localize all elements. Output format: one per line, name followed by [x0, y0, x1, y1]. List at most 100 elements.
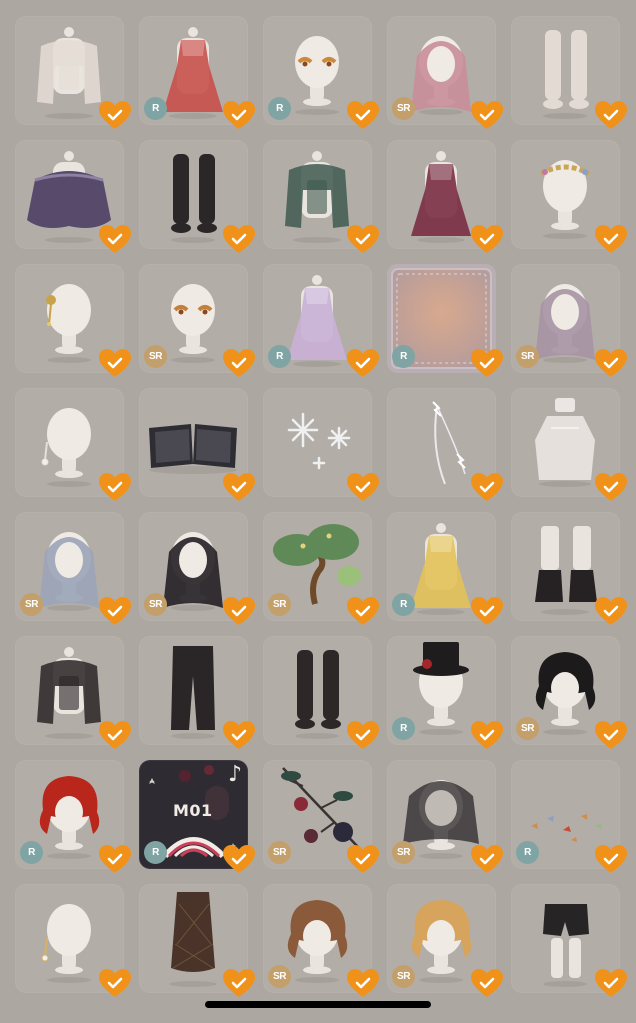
rarity-badge: SR: [144, 593, 167, 616]
favorite-heart-icon[interactable]: [98, 720, 132, 751]
wardrobe-item-black-top-hat[interactable]: R: [387, 636, 503, 749]
rarity-badge: SR: [516, 345, 539, 368]
rarity-badge: SR: [392, 841, 415, 864]
wardrobe-item-plaid-brown-skirt[interactable]: [139, 884, 255, 997]
favorite-heart-icon[interactable]: [594, 224, 628, 255]
favorite-heart-icon[interactable]: [594, 596, 628, 627]
wardrobe-item-black-boots[interactable]: [511, 512, 627, 625]
wardrobe-item-black-shorts[interactable]: [511, 884, 627, 997]
favorite-heart-icon[interactable]: [222, 472, 256, 503]
favorite-heart-icon[interactable]: [346, 224, 380, 255]
favorite-heart-icon[interactable]: [222, 348, 256, 379]
wardrobe-item-red-floral-dress[interactable]: R: [139, 16, 255, 129]
rarity-badge: R: [20, 841, 43, 864]
wardrobe-item-flower-crown[interactable]: [511, 140, 627, 253]
wardrobe-item-red-curly-hair[interactable]: R: [15, 760, 131, 873]
favorite-heart-icon[interactable]: [470, 100, 504, 131]
wardrobe-item-bonsai-tree[interactable]: SR: [263, 512, 379, 625]
favorite-heart-icon[interactable]: [594, 720, 628, 751]
favorite-heart-icon[interactable]: [98, 224, 132, 255]
favorite-heart-icon[interactable]: [594, 100, 628, 131]
wardrobe-item-black-wavy-hair[interactable]: SR: [139, 512, 255, 625]
favorite-heart-icon[interactable]: [346, 968, 380, 999]
favorite-heart-icon[interactable]: [470, 720, 504, 751]
wardrobe-item-blackberry-branch[interactable]: SR: [263, 760, 379, 873]
wardrobe-item-lilac-long-hair[interactable]: SR: [511, 264, 627, 377]
rarity-badge: SR: [20, 593, 43, 616]
wardrobe-item-lace-up-boots[interactable]: [263, 636, 379, 749]
wardrobe-item-black-trousers[interactable]: [139, 636, 255, 749]
wardrobe-item-brown-curly-bob[interactable]: SR: [263, 884, 379, 997]
wardrobe-item-golden-eye-makeup[interactable]: R: [263, 16, 379, 129]
wardrobe-item-black-lace-veil[interactable]: SR: [387, 760, 503, 873]
home-indicator[interactable]: [205, 1001, 431, 1008]
rarity-badge: R: [268, 97, 291, 120]
wardrobe-item-green-vest-blouse[interactable]: [263, 140, 379, 253]
wardrobe-item-dangle-earring[interactable]: [15, 884, 131, 997]
favorite-heart-icon[interactable]: [222, 596, 256, 627]
favorite-heart-icon[interactable]: [470, 224, 504, 255]
favorite-heart-icon[interactable]: [222, 844, 256, 875]
wardrobe-item-purple-cape[interactable]: [15, 140, 131, 253]
favorite-heart-icon[interactable]: [222, 968, 256, 999]
wardrobe-item-cream-cardigan[interactable]: [15, 16, 131, 129]
favorite-heart-icon[interactable]: [98, 100, 132, 131]
rarity-badge: SR: [268, 965, 291, 988]
rarity-badge: SR: [268, 841, 291, 864]
favorite-heart-icon[interactable]: [346, 844, 380, 875]
favorite-heart-icon[interactable]: [222, 100, 256, 131]
wardrobe-item-yellow-sunflower-dress[interactable]: R: [387, 512, 503, 625]
rarity-badge: SR: [516, 717, 539, 740]
favorite-heart-icon[interactable]: [470, 472, 504, 503]
rarity-badge: R: [144, 97, 167, 120]
wardrobe-item-split-color-hair[interactable]: SR: [511, 636, 627, 749]
wardrobe-item-blonde-braided-hair[interactable]: SR: [387, 884, 503, 997]
music-note-icon: ♪: [227, 762, 242, 787]
rarity-badge: R: [392, 345, 415, 368]
rarity-badge: SR: [268, 593, 291, 616]
wardrobe-item-lightning-wisp[interactable]: [387, 388, 503, 501]
favorite-heart-icon[interactable]: [222, 224, 256, 255]
favorite-heart-icon[interactable]: [98, 596, 132, 627]
rarity-badge: R: [144, 841, 167, 864]
wardrobe-item-pink-long-hair[interactable]: SR: [387, 16, 503, 129]
rarity-badge: SR: [392, 97, 415, 120]
wardrobe-item-sunset-backdrop[interactable]: R: [387, 264, 503, 377]
favorite-heart-icon[interactable]: [594, 348, 628, 379]
wardrobe-item-black-stockings[interactable]: [139, 140, 255, 253]
favorite-heart-icon[interactable]: [98, 472, 132, 503]
favorite-heart-icon[interactable]: [98, 968, 132, 999]
favorite-heart-icon[interactable]: [470, 968, 504, 999]
wardrobe-item-snowflake-effect[interactable]: [263, 388, 379, 501]
favorite-heart-icon[interactable]: [346, 596, 380, 627]
rarity-badge: R: [516, 841, 539, 864]
rarity-badge: R: [392, 717, 415, 740]
wardrobe-item-gold-hair-clip[interactable]: [15, 264, 131, 377]
favorite-heart-icon[interactable]: [470, 596, 504, 627]
favorite-heart-icon[interactable]: [346, 348, 380, 379]
wardrobe-item-black-vest-shirt[interactable]: [15, 636, 131, 749]
favorite-heart-icon[interactable]: [594, 844, 628, 875]
favorite-heart-icon[interactable]: [470, 844, 504, 875]
wardrobe-item-open-black-book[interactable]: [139, 388, 255, 501]
rarity-badge: SR: [392, 965, 415, 988]
favorite-heart-icon[interactable]: [346, 100, 380, 131]
wardrobe-item-silver-flowing-hair[interactable]: SR: [15, 512, 131, 625]
favorite-heart-icon[interactable]: [98, 844, 132, 875]
wardrobe-item-autumn-leaves[interactable]: R: [511, 760, 627, 873]
wardrobe-item-amber-eye-makeup[interactable]: SR: [139, 264, 255, 377]
wardrobe-item-white-stockings[interactable]: [511, 16, 627, 129]
favorite-heart-icon[interactable]: [346, 720, 380, 751]
favorite-heart-icon[interactable]: [594, 472, 628, 503]
favorite-heart-icon[interactable]: [346, 472, 380, 503]
favorite-heart-icon[interactable]: [222, 720, 256, 751]
favorite-heart-icon[interactable]: [98, 348, 132, 379]
wardrobe-item-pastel-starry-dress[interactable]: R: [263, 264, 379, 377]
wardrobe-item-maroon-robe[interactable]: [387, 140, 503, 253]
wardrobe-item-m01-record[interactable]: M01 ♪ R: [139, 760, 255, 873]
favorite-heart-icon[interactable]: [594, 968, 628, 999]
wardrobe-item-pearl-earring[interactable]: [15, 388, 131, 501]
favorite-heart-icon[interactable]: [470, 348, 504, 379]
rarity-badge: SR: [144, 345, 167, 368]
wardrobe-item-perfume-bottle[interactable]: [511, 388, 627, 501]
